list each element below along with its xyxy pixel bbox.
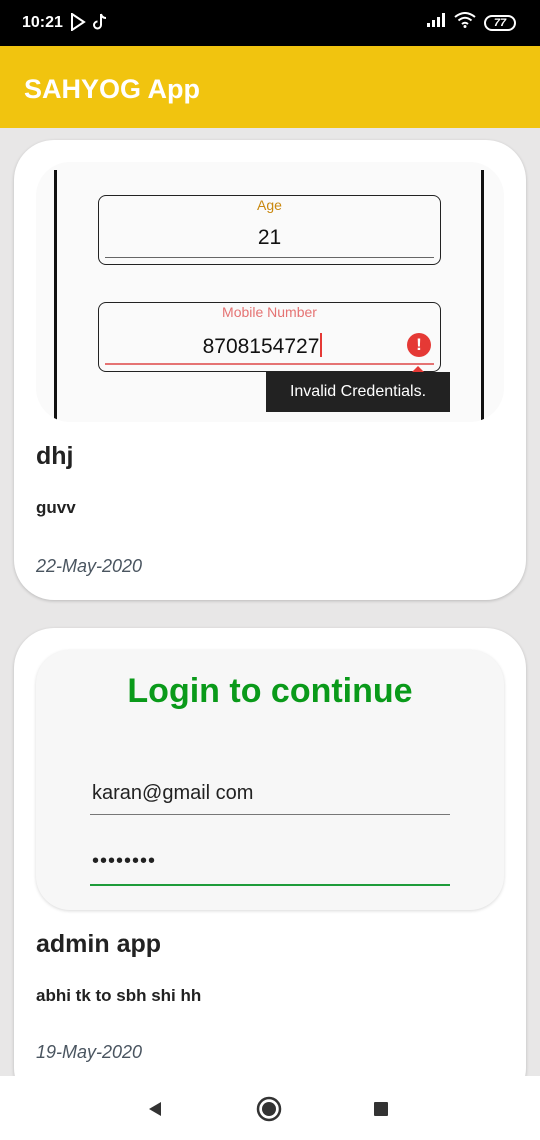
- post-card[interactable]: Login to continue karan@gmail com ••••••…: [14, 628, 526, 1108]
- status-time: 10:21: [22, 14, 63, 31]
- back-icon: [149, 1102, 161, 1116]
- text-caret: [320, 333, 323, 357]
- password-value: ••••••••: [92, 850, 157, 872]
- recent-apps-button[interactable]: [368, 1096, 394, 1122]
- home-icon: [256, 1096, 282, 1122]
- play-store-icon: [70, 12, 86, 36]
- post-image: Age 21 Mobile Number 8708154727 ! Invali…: [36, 162, 504, 422]
- post-title: dhj: [36, 442, 74, 470]
- navigation-bar: [0, 1076, 540, 1140]
- login-heading: Login to continue: [127, 672, 413, 710]
- recent-apps-icon: [374, 1102, 388, 1116]
- post-date: 22-May-2020: [36, 556, 143, 576]
- wifi-icon: [454, 12, 476, 33]
- home-button[interactable]: [256, 1096, 282, 1122]
- status-bar: 10:21 77: [0, 0, 540, 46]
- mobile-number-value: 8708154727: [202, 335, 320, 358]
- app-title: SAHYOG App: [24, 74, 201, 104]
- battery-icon: 77: [484, 14, 516, 31]
- mobile-number-field: Mobile Number 8708154727 !: [98, 302, 441, 372]
- age-label: Age: [257, 197, 282, 213]
- age-value: 21: [257, 226, 282, 249]
- back-button[interactable]: [142, 1096, 168, 1122]
- tiktok-icon: [92, 13, 108, 36]
- error-icon: !: [407, 333, 431, 357]
- app-bar: SAHYOG App: [0, 46, 540, 128]
- post-title: admin app: [36, 930, 162, 958]
- post-date: 19-May-2020: [36, 1042, 143, 1062]
- signal-icon: [426, 12, 446, 33]
- post-image: Login to continue karan@gmail com ••••••…: [36, 650, 504, 910]
- mobile-number-label: Mobile Number: [222, 304, 317, 320]
- post-body: guvv: [36, 498, 76, 517]
- error-tooltip: Invalid Credentials.: [266, 366, 450, 412]
- email-value: karan@gmail com: [92, 782, 254, 804]
- post-body: abhi tk to sbh shi hh: [36, 986, 202, 1005]
- post-card[interactable]: Age 21 Mobile Number 8708154727 ! Invali…: [14, 140, 526, 600]
- age-field: Age 21: [98, 195, 441, 265]
